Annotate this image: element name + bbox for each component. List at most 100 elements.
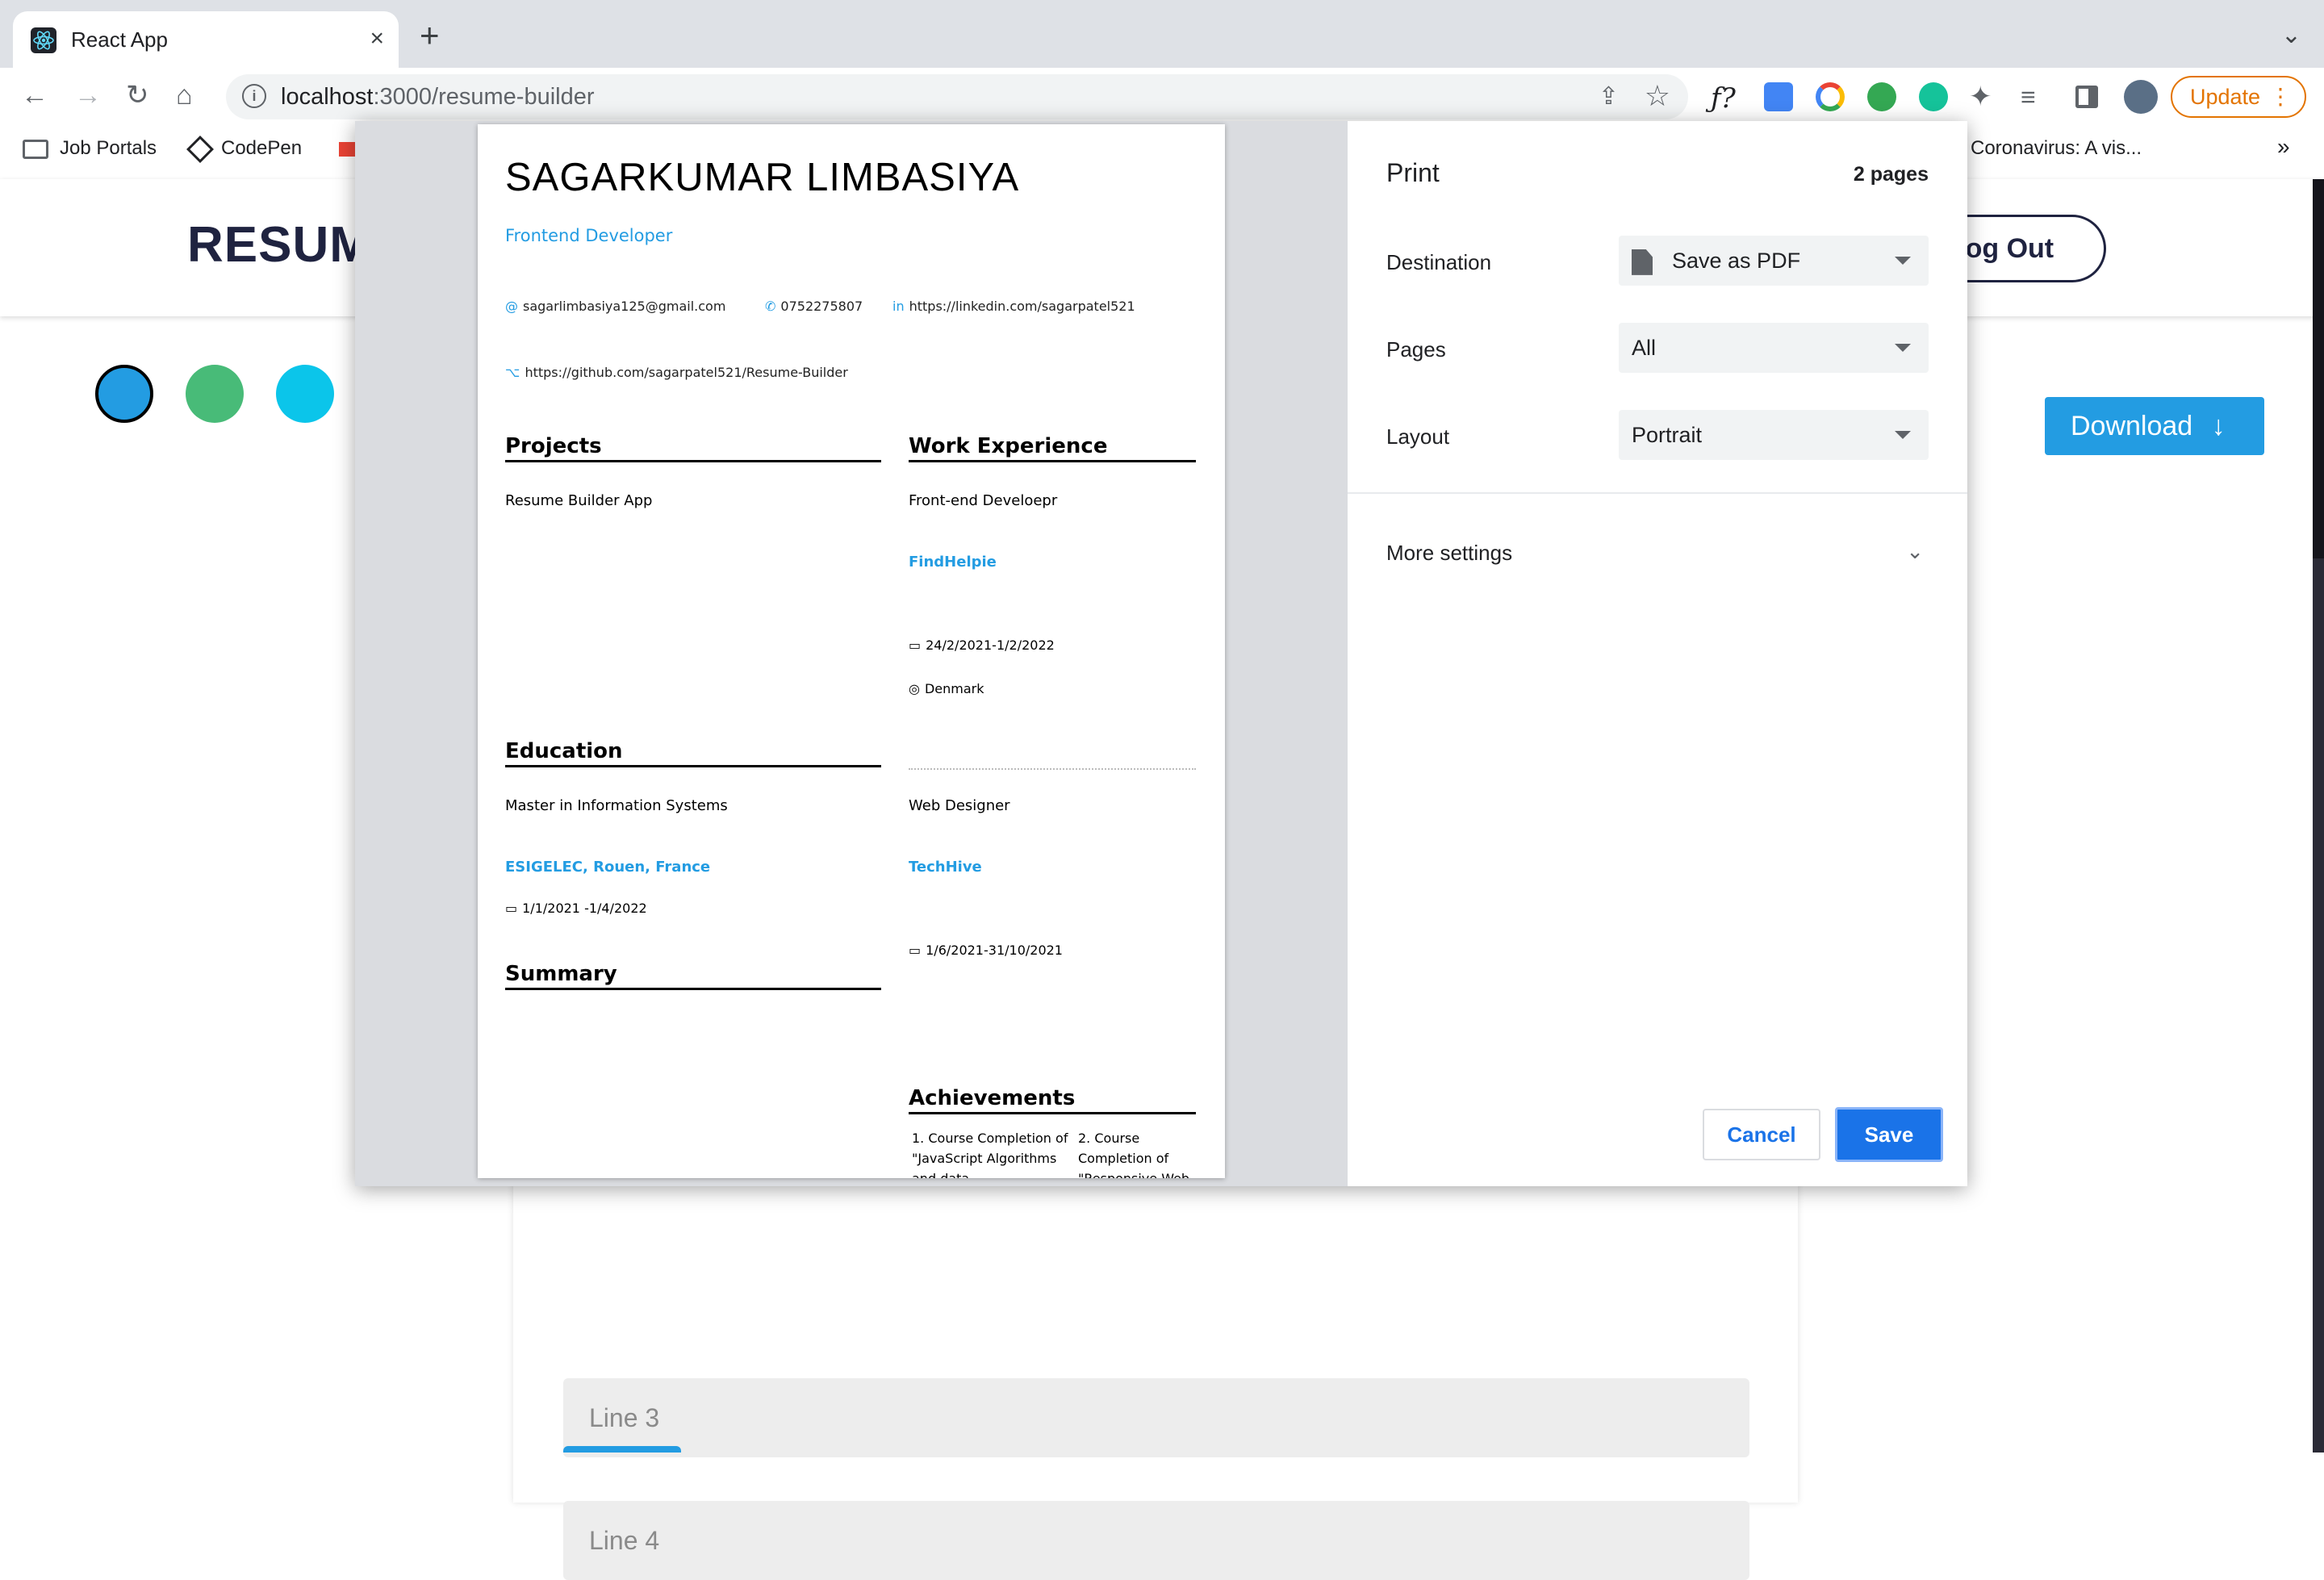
- calendar-icon: ▭: [909, 943, 922, 958]
- bookmark-label: Coronavirus: A vis...: [1971, 137, 2142, 159]
- work-company-2: TechHive: [909, 859, 982, 876]
- color-extension-icon[interactable]: [1816, 82, 1845, 111]
- education-degree: Master in Information Systems: [505, 797, 728, 814]
- destination-select[interactable]: Save as PDF: [1619, 236, 1929, 286]
- dropdown-caret-icon: [1895, 257, 1911, 265]
- section-education: Education: [505, 739, 881, 767]
- theme-color-blue[interactable]: [95, 365, 153, 423]
- home-icon[interactable]: ⌂: [176, 79, 193, 111]
- tab-react-app[interactable]: React App ×: [13, 11, 399, 68]
- theme-color-green[interactable]: [186, 365, 244, 423]
- destination-label: Destination: [1386, 250, 1492, 274]
- page-count: 2 pages: [1853, 163, 1929, 186]
- location-pin-icon: ◎: [909, 681, 920, 696]
- address-bar[interactable]: i localhost:3000/resume-builder ⇪ ☆: [226, 74, 1688, 119]
- tab-title: React App: [71, 27, 168, 52]
- page-scrollbar[interactable]: [2313, 179, 2324, 1453]
- project-title: Resume Builder App: [505, 492, 653, 509]
- pages-label: Pages: [1386, 337, 1446, 362]
- share-icon[interactable]: ⇪: [1599, 82, 1619, 111]
- document-icon: [1632, 249, 1653, 275]
- phone-icon: ✆: [765, 299, 776, 314]
- layout-select[interactable]: Portrait: [1619, 410, 1929, 460]
- resume-github: ⌥ https://github.com/sagarpatel521/Resume…: [505, 365, 848, 380]
- add-button[interactable]: [563, 1446, 681, 1453]
- dropdown-caret-icon: [1895, 344, 1911, 352]
- layout-label: Layout: [1386, 424, 1450, 449]
- entry-divider: [909, 768, 1196, 770]
- github-icon: ⌥: [505, 365, 520, 380]
- extensions-puzzle-icon[interactable]: ✦: [1969, 82, 1998, 111]
- bookmark-coronavirus[interactable]: Coronavirus: A vis...: [1971, 137, 2142, 160]
- achievement-item: 2. Course Completion of "Responsive Web: [1078, 1131, 1189, 1178]
- back-icon[interactable]: ←: [21, 79, 48, 111]
- dropdown-caret-icon: [1895, 431, 1911, 439]
- section-achievements: Achievements: [909, 1086, 1196, 1114]
- section-summary: Summary: [505, 962, 881, 990]
- section-projects: Projects: [505, 434, 881, 462]
- print-title: Print: [1386, 158, 1440, 187]
- at-icon: @: [505, 299, 518, 314]
- chevron-down-icon[interactable]: ⌄: [1906, 539, 1924, 564]
- work-dates: ▭ 24/2/2021-1/2/2022: [909, 637, 1055, 653]
- bookmark-star-icon[interactable]: ☆: [1645, 79, 1670, 113]
- tab-close-icon[interactable]: ×: [370, 23, 384, 55]
- work-title: Front-end Develoepr: [909, 492, 1058, 509]
- line-3-input[interactable]: Line 3: [563, 1378, 1749, 1457]
- cancel-button[interactable]: Cancel: [1703, 1109, 1820, 1160]
- work-title-2: Web Designer: [909, 797, 1010, 814]
- site-info-icon[interactable]: i: [242, 84, 266, 108]
- translate-extension-icon[interactable]: [1764, 82, 1793, 111]
- url-text[interactable]: localhost:3000/resume-builder: [281, 84, 595, 111]
- bookmark-job-portals[interactable]: Job Portals: [23, 137, 157, 160]
- linkedin-icon: in: [892, 299, 905, 314]
- settings-divider: [1348, 492, 1967, 494]
- work-dates-2: ▭ 1/6/2021-31/10/2021: [909, 943, 1063, 958]
- bookmarks-overflow-icon[interactable]: »: [2277, 134, 2290, 160]
- save-button[interactable]: Save: [1835, 1107, 1943, 1162]
- tab-search-chevron-icon[interactable]: ⌄: [2281, 21, 2301, 49]
- section-work-experience: Work Experience: [909, 434, 1196, 462]
- download-label: Download: [2071, 411, 2193, 441]
- chat-extension-icon[interactable]: [1919, 82, 1948, 111]
- form-card: Line 3 Line 4: [513, 1180, 1798, 1580]
- theme-color-cyan[interactable]: [276, 365, 334, 423]
- print-preview-area: SAGARKUMAR LIMBASIYA Frontend Developer …: [355, 121, 1348, 1186]
- line-4-input[interactable]: Line 4: [563, 1501, 1749, 1580]
- pages-value: All: [1632, 336, 1657, 360]
- profile-extension-icon[interactable]: [1867, 82, 1896, 111]
- function-extension-icon[interactable]: ƒ?: [1711, 82, 1740, 115]
- side-panel-icon[interactable]: [2075, 86, 2098, 108]
- layout-value: Portrait: [1632, 423, 1703, 447]
- bookmark-codepen[interactable]: CodePen: [186, 135, 303, 163]
- new-tab-icon[interactable]: +: [420, 19, 440, 52]
- update-button[interactable]: Update ⋮: [2171, 76, 2306, 118]
- bookmark-label: CodePen: [221, 137, 303, 159]
- more-settings-toggle[interactable]: More settings: [1386, 541, 1512, 566]
- destination-value: Save as PDF: [1672, 249, 1801, 273]
- resume-email: @ sagarlimbasiya125@gmail.com: [505, 299, 726, 314]
- react-favicon-icon: [31, 27, 56, 53]
- scrollbar-thumb[interactable]: [2313, 179, 2324, 558]
- print-dialog: SAGARKUMAR LIMBASIYA Frontend Developer …: [355, 121, 1967, 1186]
- education-school: ESIGELEC, Rouen, France: [505, 859, 711, 876]
- resume-role: Frontend Developer: [505, 226, 673, 245]
- resume-preview-page: SAGARKUMAR LIMBASIYA Frontend Developer …: [478, 124, 1225, 1178]
- bookmark-label: Job Portals: [60, 137, 157, 159]
- folder-icon: [23, 139, 48, 159]
- download-button[interactable]: Download ↓: [2045, 397, 2264, 455]
- work-location: ◎ Denmark: [909, 681, 984, 696]
- calendar-icon: ▭: [909, 637, 922, 653]
- update-label: Update: [2190, 85, 2261, 109]
- pages-select[interactable]: All: [1619, 323, 1929, 373]
- forward-icon[interactable]: →: [74, 79, 102, 111]
- menu-dots-icon: ⋮: [2269, 84, 2292, 109]
- resume-phone: ✆ 0752275807: [765, 299, 863, 314]
- media-control-icon[interactable]: ≡: [2021, 82, 2050, 111]
- reload-icon[interactable]: ↻: [126, 79, 149, 111]
- download-arrow-icon: ↓: [2211, 411, 2226, 441]
- codepen-icon: [186, 135, 214, 163]
- profile-avatar[interactable]: [2124, 80, 2158, 114]
- resume-linkedin: in https://linkedin.com/sagarpatel521: [892, 299, 1135, 314]
- browser-toolbar: ← → ↻ ⌂ i localhost:3000/resume-builder …: [0, 68, 2324, 126]
